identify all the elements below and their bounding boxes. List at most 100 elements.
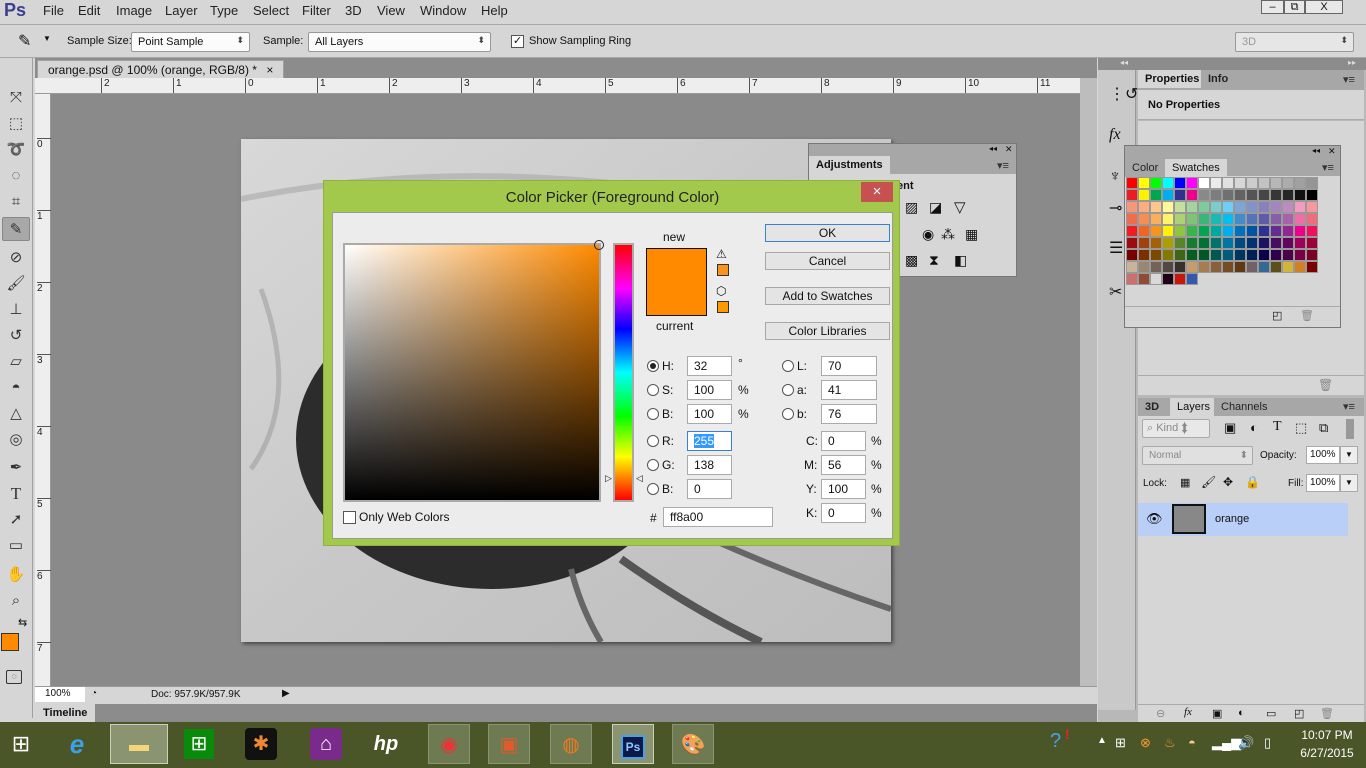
trash-icon[interactable]: 🗑 <box>1318 378 1333 392</box>
windows-tray-icon[interactable]: ⊞ <box>1115 735 1126 751</box>
status-bar-icon[interactable]: ◔ <box>91 688 97 699</box>
swatch[interactable] <box>1258 189 1270 201</box>
exposure-icon[interactable]: ◪ <box>929 199 942 216</box>
history-brush-tool-icon[interactable]: ↺ <box>2 324 30 348</box>
swatch[interactable] <box>1198 213 1210 225</box>
menu-view[interactable]: View <box>377 3 405 18</box>
paint-icon[interactable]: 🎨 <box>672 724 714 764</box>
blur-tool-icon[interactable]: △ <box>2 402 30 426</box>
swatch[interactable] <box>1186 273 1198 285</box>
network-error-icon[interactable]: ⊗ <box>1140 735 1151 751</box>
tab-properties[interactable]: Properties <box>1138 70 1207 88</box>
swatch[interactable] <box>1210 249 1222 261</box>
swatch[interactable] <box>1222 249 1234 261</box>
swatch[interactable] <box>1246 249 1258 261</box>
marquee-tool-icon[interactable]: ⬚ <box>2 112 30 136</box>
black-field[interactable]: 0 <box>821 503 866 523</box>
swatch[interactable] <box>1282 249 1294 261</box>
swatch[interactable] <box>1162 237 1174 249</box>
swatch[interactable] <box>1186 213 1198 225</box>
lasso-tool-icon[interactable]: ➰ <box>2 138 30 162</box>
filter-pixel-icon[interactable]: ▣ <box>1224 420 1236 436</box>
swatch[interactable] <box>1138 249 1150 261</box>
swatch[interactable] <box>1270 249 1282 261</box>
delete-layer-icon[interactable]: 🗑 <box>1320 707 1334 720</box>
swatch[interactable] <box>1126 273 1138 285</box>
lock-image-icon[interactable]: 🖌 <box>1201 475 1216 489</box>
menu-edit[interactable]: Edit <box>78 3 100 18</box>
opacity-field[interactable]: 100% <box>1306 446 1340 464</box>
swatch[interactable] <box>1210 201 1222 213</box>
swatch[interactable] <box>1186 201 1198 213</box>
swatch[interactable] <box>1222 189 1234 201</box>
swatch[interactable] <box>1186 225 1198 237</box>
color-field-cursor[interactable] <box>594 240 604 250</box>
swatch[interactable] <box>1138 225 1150 237</box>
swatch[interactable] <box>1270 261 1282 273</box>
clone-stamp-tool-icon[interactable]: ⊥ <box>2 298 30 322</box>
swatch[interactable] <box>1258 249 1270 261</box>
minimize-button[interactable]: – <box>1261 0 1284 14</box>
swatch[interactable] <box>1210 213 1222 225</box>
firefox-icon[interactable]: ◍ <box>550 724 592 764</box>
styles-icon[interactable]: fx <box>1109 126 1121 144</box>
paint-bucket-tool-icon[interactable]: ◓ <box>2 376 30 400</box>
swatch[interactable] <box>1294 213 1306 225</box>
color-field[interactable] <box>343 240 604 502</box>
gamut-warning-icon[interactable]: ⚠ <box>716 247 727 261</box>
swatch[interactable] <box>1126 201 1138 213</box>
visibility-eye-icon[interactable]: 👁 <box>1146 511 1163 527</box>
swatch[interactable] <box>1126 177 1138 189</box>
hue-radio[interactable] <box>647 360 659 372</box>
clone-source-icon[interactable]: ⊸ <box>1109 198 1122 218</box>
blue-field[interactable]: 0 <box>687 479 732 499</box>
swatch[interactable] <box>1306 177 1318 189</box>
swatch[interactable] <box>1150 189 1162 201</box>
swatch[interactable] <box>1258 225 1270 237</box>
menu-file[interactable]: File <box>43 3 64 18</box>
tool-presets-icon[interactable]: ☰ <box>1109 238 1123 258</box>
help-alert-icon[interactable]: ? <box>1050 730 1061 753</box>
green-field[interactable]: 138 <box>687 455 732 475</box>
dialog-close-button[interactable]: × <box>861 182 893 202</box>
channel-mixer-icon[interactable]: ⁂ <box>941 226 955 243</box>
hue-slider-left-arrow-icon[interactable]: ▷ <box>605 473 612 484</box>
menu-3d[interactable]: 3D <box>345 3 362 18</box>
add-to-swatches-button[interactable]: Add to Swatches <box>765 287 890 305</box>
swatch[interactable] <box>1270 213 1282 225</box>
swatch[interactable] <box>1234 249 1246 261</box>
collapse-icon[interactable]: ◂◂ <box>1120 58 1128 67</box>
swatch[interactable] <box>1198 249 1210 261</box>
swatch[interactable] <box>1258 201 1270 213</box>
swatch[interactable] <box>1198 177 1210 189</box>
layer-style-icon[interactable]: fx <box>1184 706 1192 718</box>
swatch[interactable] <box>1174 249 1186 261</box>
swatch[interactable] <box>1126 213 1138 225</box>
vertical-scrollbar[interactable] <box>1080 78 1097 686</box>
swatch[interactable] <box>1138 261 1150 273</box>
sample-select[interactable]: All Layers ⬍ <box>308 32 491 52</box>
swatch[interactable] <box>1150 261 1162 273</box>
swap-colors-icon[interactable]: ⇆ <box>18 616 27 629</box>
powerpoint-icon[interactable]: ▣ <box>488 724 530 764</box>
swatch[interactable] <box>1162 249 1174 261</box>
swatch[interactable] <box>1282 213 1294 225</box>
swatch[interactable] <box>1306 213 1318 225</box>
menu-filter[interactable]: Filter <box>302 3 331 18</box>
swatch[interactable] <box>1282 177 1294 189</box>
yellow-field[interactable]: 100 <box>821 479 866 499</box>
ok-button[interactable]: OK <box>765 224 890 242</box>
timeline-tab[interactable]: Timeline <box>35 704 96 722</box>
menu-select[interactable]: Select <box>253 3 289 18</box>
swatch[interactable] <box>1138 273 1150 285</box>
swatch[interactable] <box>1150 249 1162 261</box>
wireless-display-icon[interactable]: ⌂ <box>305 724 347 764</box>
swatch[interactable] <box>1126 237 1138 249</box>
gradient-icon[interactable]: ◧ <box>954 252 967 269</box>
swatch[interactable] <box>1258 237 1270 249</box>
menu-help[interactable]: Help <box>481 3 508 18</box>
swatch[interactable] <box>1174 177 1186 189</box>
collapse-icon[interactable]: ◂◂ <box>1312 146 1320 155</box>
swatch[interactable] <box>1294 201 1306 213</box>
swatch[interactable] <box>1258 261 1270 273</box>
